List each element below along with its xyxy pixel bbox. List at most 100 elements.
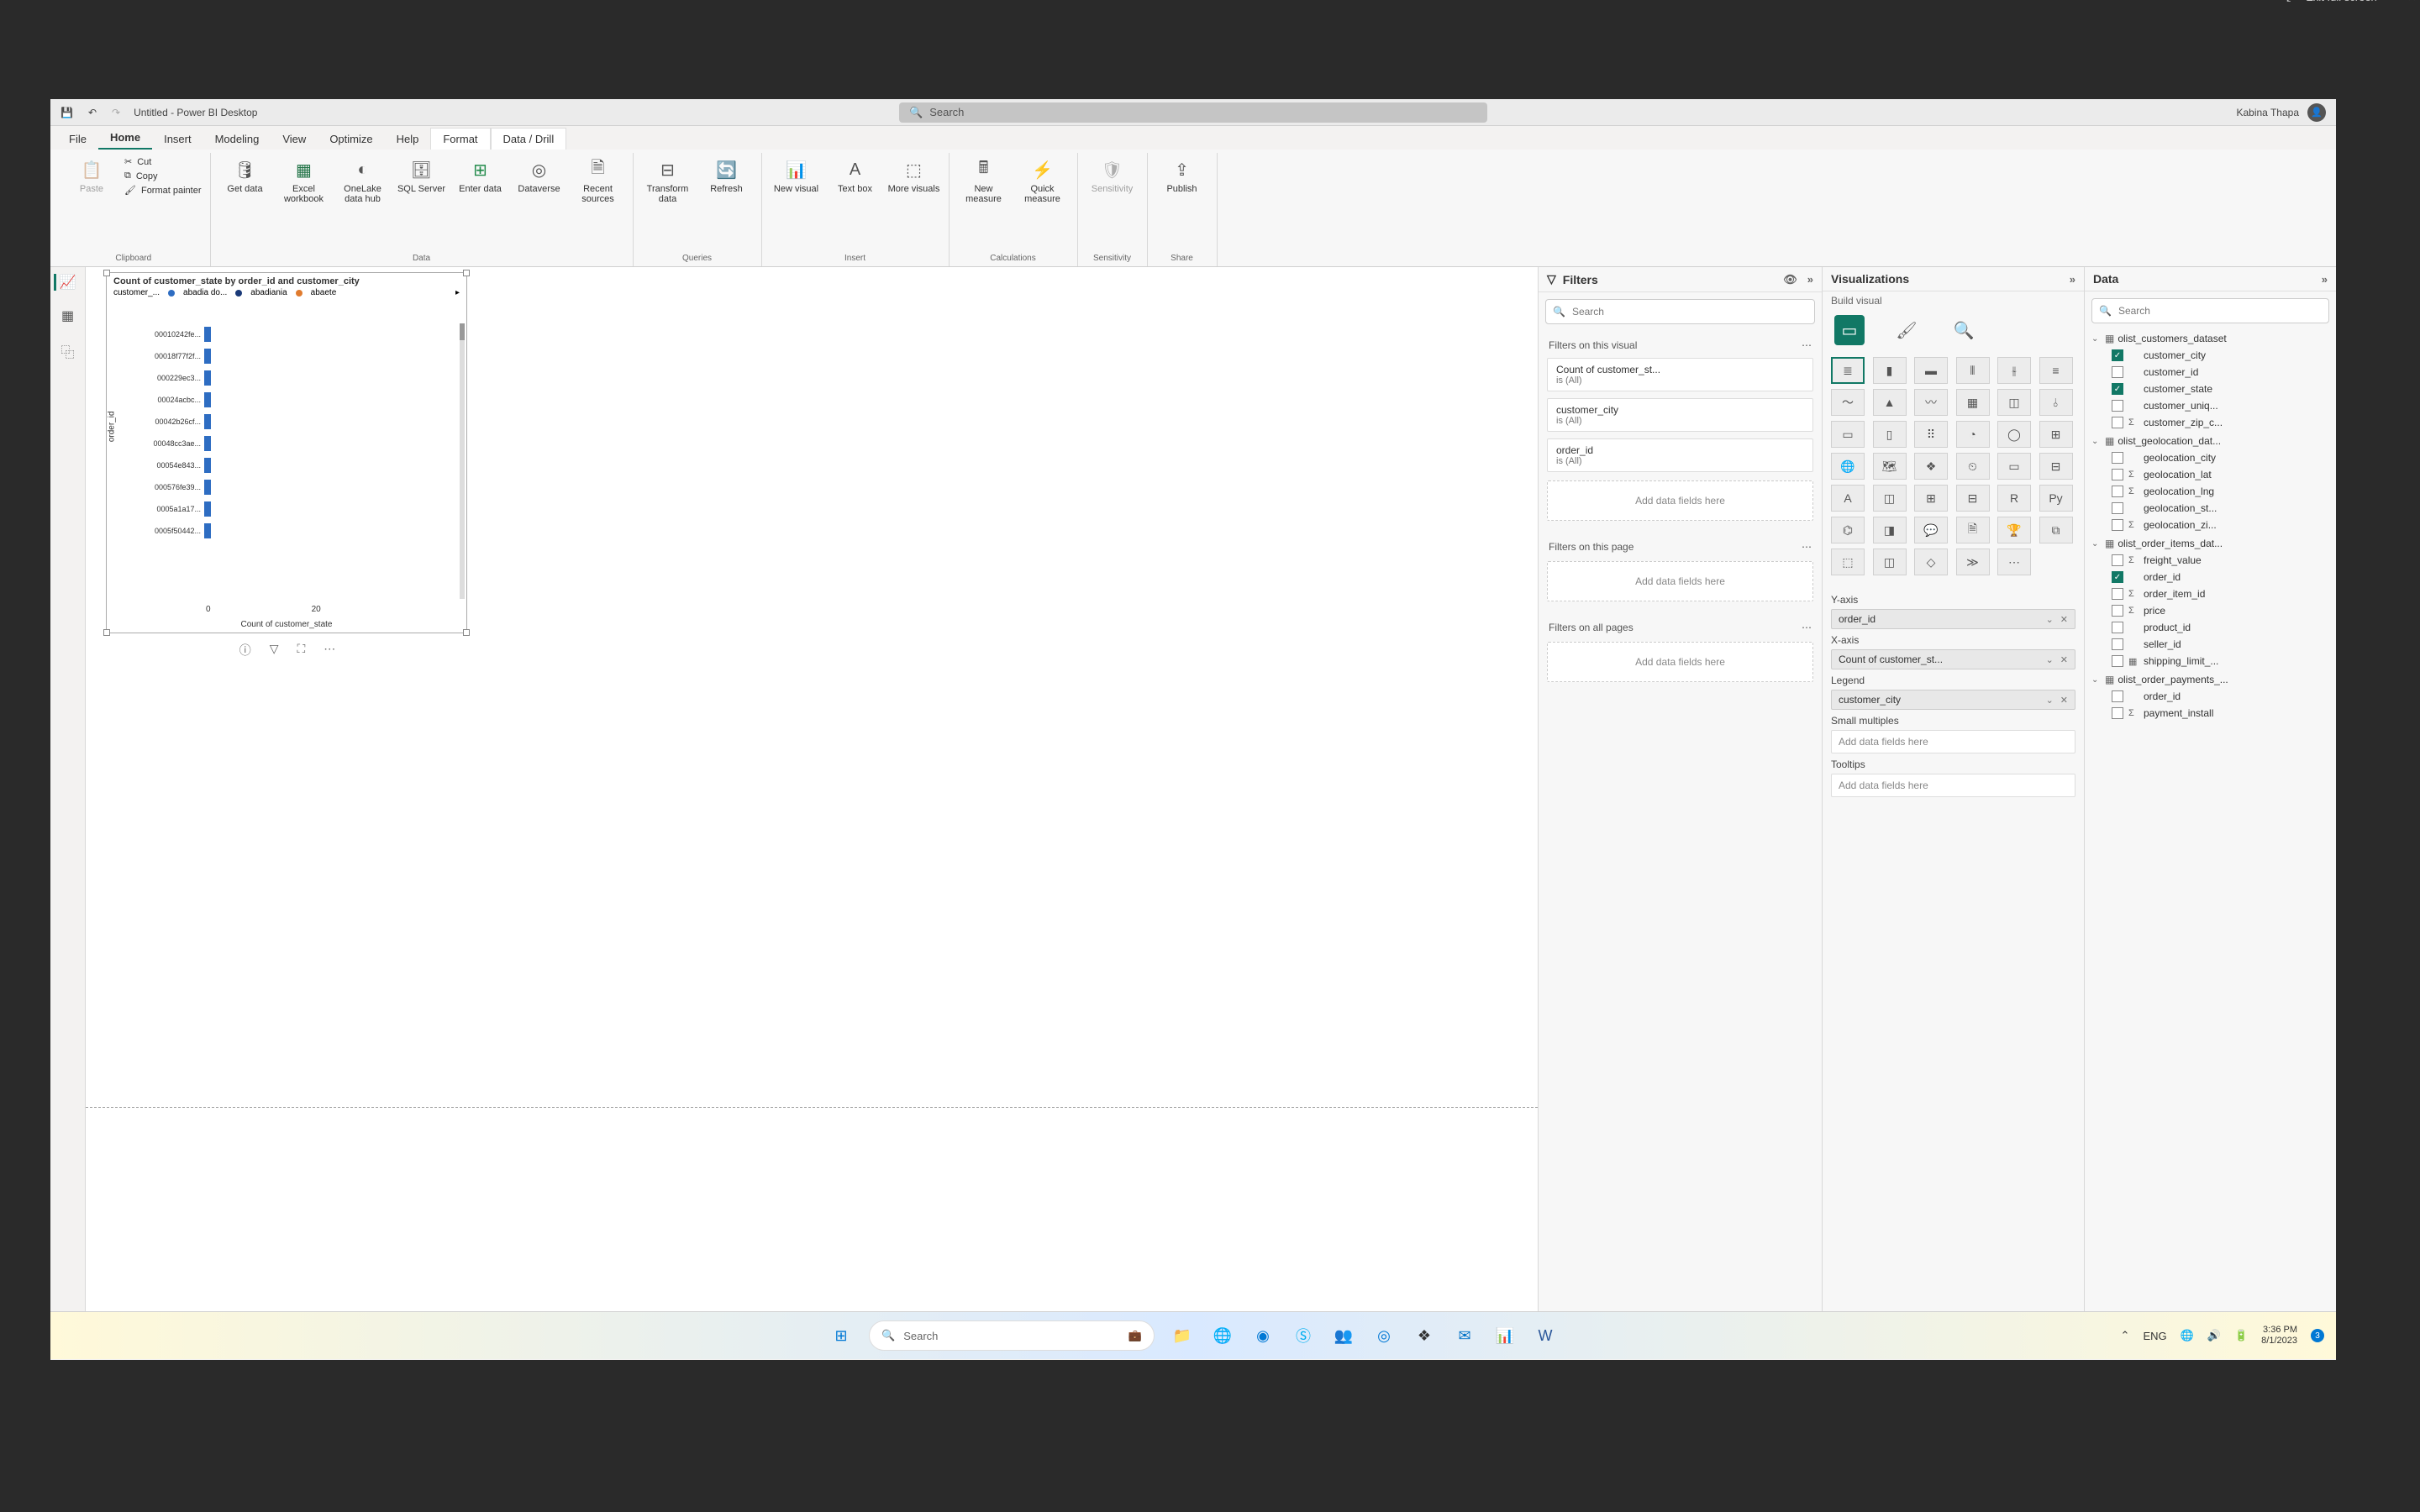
visual-filter-menu-icon[interactable]: ⋯ <box>1802 339 1812 351</box>
remove-icon[interactable]: ✕ <box>2060 614 2068 625</box>
report-view-icon[interactable]: 📈 <box>54 274 76 291</box>
viz-type-40[interactable]: ⋯ <box>1997 549 2031 575</box>
legend-field[interactable]: customer_city⌄✕ <box>1831 690 2075 710</box>
field-geolocation_lng[interactable]: Σgeolocation_lng <box>2090 483 2331 500</box>
field-customer_city[interactable]: ✓customer_city <box>2090 347 2331 364</box>
all-filter-menu-icon[interactable]: ⋯ <box>1802 622 1812 633</box>
model-view-icon[interactable]: ⿻ <box>60 341 74 361</box>
field-geolocation_lat[interactable]: Σgeolocation_lat <box>2090 466 2331 483</box>
viz-type-22[interactable]: ▭ <box>1997 453 2031 480</box>
enter-data-button[interactable]: ⊞Enter data <box>455 155 507 194</box>
tooltips-dropzone[interactable]: Add data fields here <box>1831 774 2075 797</box>
viz-type-15[interactable]: ◔ <box>1956 421 1990 448</box>
undo-icon[interactable]: ↶ <box>88 107 97 118</box>
field-shipping_limit_...[interactable]: ▦shipping_limit_... <box>2090 653 2331 669</box>
viz-type-31[interactable]: ◨ <box>1873 517 1907 543</box>
clock[interactable]: 3:36 PM 8/1/2023 <box>2261 1325 2297 1347</box>
field-customer_id[interactable]: customer_id <box>2090 364 2331 381</box>
viz-type-9[interactable]: ▦ <box>1956 389 1990 416</box>
viz-type-23[interactable]: ⊟ <box>2039 453 2073 480</box>
viz-type-1[interactable]: ▮ <box>1873 357 1907 384</box>
viz-type-8[interactable]: 〰 <box>1914 389 1948 416</box>
dataverse-button[interactable]: ◎Dataverse <box>513 155 566 194</box>
viz-type-27[interactable]: ⊟ <box>1956 485 1990 512</box>
network-icon[interactable]: 🌐 <box>2181 1329 2194 1342</box>
edge-icon[interactable]: ◉ <box>1250 1323 1276 1348</box>
chrome-icon[interactable]: 🌐 <box>1210 1323 1235 1348</box>
viz-type-7[interactable]: ▲ <box>1873 389 1907 416</box>
field-geolocation_st...[interactable]: geolocation_st... <box>2090 500 2331 517</box>
tab-datadrill[interactable]: Data / Drill <box>491 128 567 150</box>
get-data-button[interactable]: 🛢Get data <box>219 155 271 194</box>
viz-type-4[interactable]: ⫳ <box>1997 357 2031 384</box>
viz-type-34[interactable]: 🏆 <box>1997 517 2031 543</box>
viz-type-26[interactable]: ⊞ <box>1914 485 1948 512</box>
viz-type-11[interactable]: ⫰ <box>2039 389 2073 416</box>
filter-card-count-state[interactable]: Count of customer_st...is (All) <box>1547 358 1813 391</box>
viz-type-39[interactable]: ≫ <box>1956 549 1990 575</box>
viz-type-21[interactable]: ⏲ <box>1956 453 1990 480</box>
viz-type-12[interactable]: ▭ <box>1831 421 1865 448</box>
more-options-icon[interactable]: ⋯ <box>324 642 335 659</box>
edge2-icon[interactable]: ◎ <box>1371 1323 1397 1348</box>
viz-type-33[interactable]: 🗎 <box>1956 517 1990 543</box>
field-order_item_id[interactable]: Σorder_item_id <box>2090 585 2331 602</box>
explorer-icon[interactable]: 📁 <box>1170 1323 1195 1348</box>
field-order_id[interactable]: ✓order_id <box>2090 569 2331 585</box>
global-search[interactable]: 🔍 Search <box>899 102 1487 123</box>
save-icon[interactable]: 💾 <box>60 107 73 118</box>
hide-filters-icon[interactable]: 👁 <box>1783 273 1797 286</box>
table-olist_customers_dataset[interactable]: ⌄▦olist_customers_dataset <box>2090 330 2331 347</box>
remove-icon[interactable]: ✕ <box>2060 654 2068 665</box>
tab-insert[interactable]: Insert <box>152 129 203 150</box>
viz-type-29[interactable]: Py <box>2039 485 2073 512</box>
field-geolocation_zi...[interactable]: Σgeolocation_zi... <box>2090 517 2331 533</box>
transform-data-button[interactable]: ⊟Transform data <box>642 155 694 204</box>
tab-view[interactable]: View <box>271 129 318 150</box>
exit-fullscreen-label[interactable]: Exit full screen <box>2306 0 2377 3</box>
new-visual-button[interactable]: 📊New visual <box>771 155 823 194</box>
recent-sources-button[interactable]: 🗎Recent sources <box>572 155 624 204</box>
copilot-icon[interactable]: ❖ <box>1412 1323 1437 1348</box>
notification-badge[interactable]: 3 <box>2311 1329 2324 1342</box>
collapse-data-icon[interactable]: » <box>2322 273 2328 286</box>
viz-type-10[interactable]: ◫ <box>1997 389 2031 416</box>
viz-type-24[interactable]: A <box>1831 485 1865 512</box>
viz-type-2[interactable]: ▬ <box>1914 357 1948 384</box>
viz-type-36[interactable]: ⬚ <box>1831 549 1865 575</box>
tab-home[interactable]: Home <box>98 127 152 150</box>
legend-scroll-icon[interactable]: ▸ <box>455 288 460 297</box>
field-product_id[interactable]: product_id <box>2090 619 2331 636</box>
filter-card-order-id[interactable]: order_idis (All) <box>1547 438 1813 472</box>
tab-format[interactable]: Format <box>430 128 490 150</box>
chevron-down-icon[interactable]: ⌄ <box>2046 614 2054 625</box>
viz-type-38[interactable]: ◇ <box>1914 549 1948 575</box>
viz-type-35[interactable]: ⧉ <box>2039 517 2073 543</box>
copy-button[interactable]: ⧉Copy <box>124 171 202 181</box>
viz-type-20[interactable]: ❖ <box>1914 453 1948 480</box>
tab-optimize[interactable]: Optimize <box>318 129 384 150</box>
refresh-button[interactable]: 🔄Refresh <box>701 155 753 194</box>
powerbi-icon[interactable]: 📊 <box>1492 1323 1518 1348</box>
outlook-icon[interactable]: ✉ <box>1452 1323 1477 1348</box>
filters-search[interactable]: 🔍Search <box>1545 299 1815 324</box>
viz-type-32[interactable]: 💬 <box>1914 517 1948 543</box>
collapse-filters-icon[interactable]: » <box>1807 273 1813 286</box>
table-olist_geolocation_dat...[interactable]: ⌄▦olist_geolocation_dat... <box>2090 433 2331 449</box>
exit-fullscreen-icon[interactable]: ⤢ <box>2286 0 2296 4</box>
page-filter-menu-icon[interactable]: ⋯ <box>1802 541 1812 553</box>
viz-type-0[interactable]: ≣ <box>1831 357 1865 384</box>
format-visual-mode[interactable]: 🖌 <box>1891 315 1922 345</box>
collapse-viz-icon[interactable]: » <box>2070 273 2075 286</box>
text-box-button[interactable]: AText box <box>829 155 881 194</box>
avatar[interactable]: 👤 <box>2307 103 2326 122</box>
viz-type-16[interactable]: ◯ <box>1997 421 2031 448</box>
viz-type-13[interactable]: ▯ <box>1873 421 1907 448</box>
field-order_id[interactable]: order_id <box>2090 688 2331 705</box>
battery-icon[interactable]: 🔋 <box>2234 1329 2248 1342</box>
chevron-down-icon[interactable]: ⌄ <box>2046 695 2054 706</box>
viz-type-6[interactable]: 〜 <box>1831 389 1865 416</box>
viz-type-18[interactable]: 🌐 <box>1831 453 1865 480</box>
data-search[interactable]: 🔍Search <box>2091 298 2329 323</box>
excel-button[interactable]: ▦Excel workbook <box>278 155 330 204</box>
